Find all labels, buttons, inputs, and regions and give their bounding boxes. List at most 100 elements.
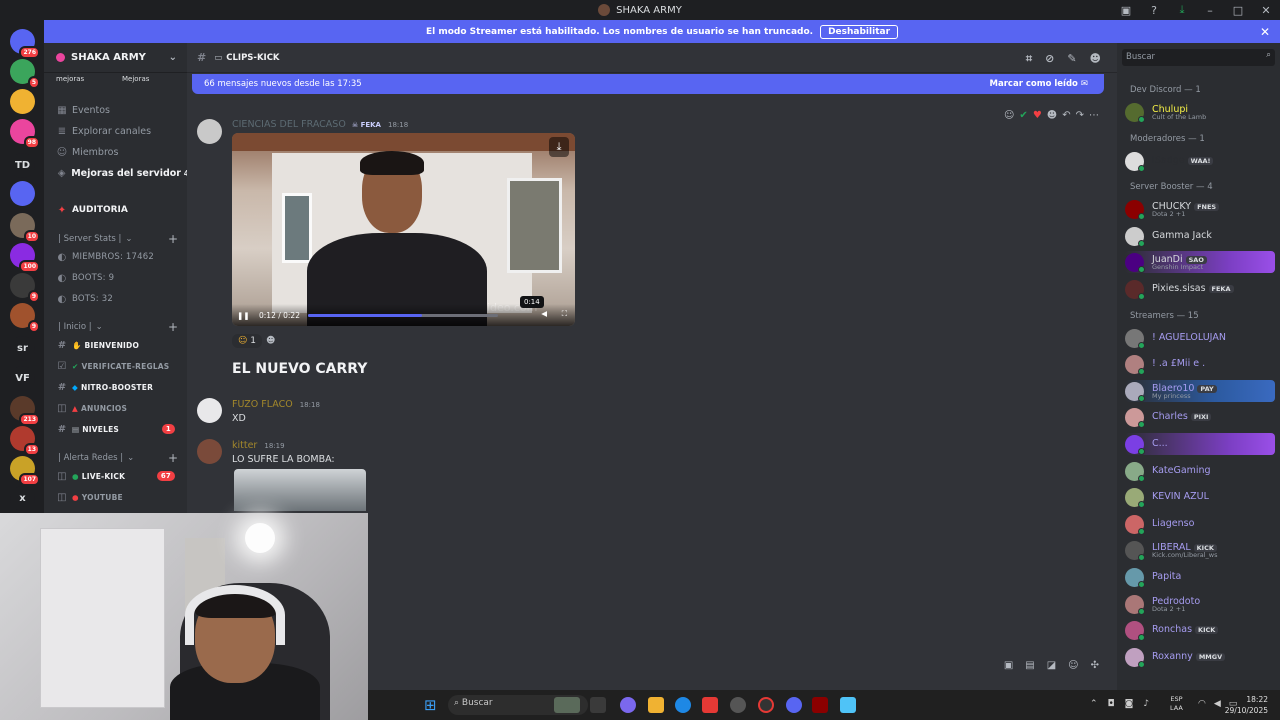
disable-streamer-button[interactable]: Deshabilitar (820, 24, 899, 39)
member-item[interactable]: Pedrodoto Dota 2 +1 (1125, 593, 1275, 615)
settings-icon[interactable] (730, 697, 746, 713)
sidebar-item-boosts[interactable]: ◈Mejoras del servidor4 (56, 165, 189, 181)
server-icon[interactable]: 13 (10, 426, 40, 456)
widget-icon[interactable] (554, 697, 580, 713)
inbox-icon[interactable]: ▣ (1112, 4, 1140, 17)
streaming-app-icon[interactable] (812, 697, 828, 713)
member-item[interactable]: ISadge WAA! (1125, 150, 1275, 172)
member-item[interactable]: Chulupi Cult of the Lamb (1125, 101, 1275, 123)
voice-channel-boots[interactable]: ◐ BOOTS: 9 (56, 270, 181, 286)
sidebar-item-members[interactable]: ☺ Miembros (56, 144, 181, 160)
server-icon[interactable]: 107 (10, 456, 40, 486)
server-icon[interactable]: 10 (10, 213, 40, 243)
pause-icon[interactable]: ❚❚ (237, 311, 251, 320)
add-reaction-icon[interactable]: ☻ (266, 336, 275, 346)
add-channel-icon[interactable]: + (168, 320, 178, 334)
sidebar-item-browse[interactable]: ≣ Explorar canales (56, 123, 181, 139)
sidebar-item-events[interactable]: ▦ Eventos (56, 102, 181, 118)
category-server-stats[interactable]: | Server Stats | ⌄ + (58, 232, 178, 246)
video-thumbnail[interactable] (234, 469, 366, 511)
member-item[interactable]: ! AGUELOLUJAN (1125, 327, 1275, 349)
channel-live-kick[interactable]: ◫ ● LIVE-KICK 67 (56, 468, 181, 484)
member-item[interactable]: JuanDi SAO Genshin Impact (1125, 251, 1275, 274)
member-item[interactable]: Pixies.sisas FEKA (1125, 278, 1275, 300)
emoji-icon[interactable]: ☺ (1068, 660, 1078, 671)
mute-icon[interactable]: ⊘ (1045, 52, 1054, 66)
reply-icon[interactable]: ↶ (1062, 110, 1070, 121)
threads-icon[interactable]: ⌗ (1026, 52, 1032, 66)
network-icon[interactable]: ◘ (1108, 699, 1115, 709)
server-icon[interactable]: TD (10, 153, 35, 178)
member-item[interactable]: Roxanny MMGV (1125, 646, 1275, 668)
discord-icon[interactable] (786, 697, 802, 713)
app-icon[interactable] (702, 697, 718, 713)
category-alerta-redes[interactable]: | Alerta Redes | ⌄ + (58, 451, 178, 465)
pin-icon[interactable]: ✎ (1067, 52, 1076, 66)
windows-start-icon[interactable]: ⊞ (424, 696, 437, 714)
server-icon[interactable] (10, 89, 35, 114)
download-icon[interactable]: ⤓ (549, 137, 569, 157)
folder-icon[interactable] (648, 697, 664, 713)
copilot-icon[interactable] (620, 697, 636, 713)
obs-icon[interactable] (758, 697, 774, 713)
check-icon[interactable]: ✔ (1019, 110, 1027, 121)
download-icon[interactable]: ⤓ (1168, 3, 1196, 17)
mark-read-button[interactable]: Marcar como leído ✉ (990, 79, 1088, 89)
server-icon[interactable]: 276 (10, 29, 40, 59)
member-item[interactable]: Charles PIXI (1125, 406, 1275, 429)
emoji-laugh-icon[interactable]: ☺ (1004, 110, 1014, 121)
help-icon[interactable]: ? (1140, 4, 1168, 17)
volume-icon[interactable]: ◀ (1214, 699, 1221, 709)
server-icon[interactable]: VF (10, 366, 35, 391)
server-icon[interactable]: 213 (10, 396, 40, 426)
server-icon[interactable]: 9 (10, 303, 40, 333)
search-input[interactable]: Buscar ⌕ (1122, 49, 1275, 66)
video-seek-bar[interactable]: 0:14 (308, 296, 544, 317)
task-view-icon[interactable] (590, 697, 606, 713)
channel-auditoria[interactable]: ✦ AUDITORIA (56, 202, 181, 218)
apps-icon[interactable]: ✣ (1091, 660, 1099, 671)
channel-bienvenido[interactable]: # ✋ BIENVENIDO (56, 337, 181, 353)
member-item[interactable]: Liagenso (1125, 513, 1275, 535)
member-item[interactable]: CHUCKY FNES Dota 2 +1 (1125, 198, 1275, 221)
server-header[interactable]: SHAKA ARMY ⌄ (44, 43, 187, 73)
close-window-button[interactable]: ✕ (1252, 4, 1280, 17)
chevron-up-icon[interactable]: ⌃ (1090, 699, 1098, 709)
channel-verificate[interactable]: ☑ ✔ VERIFICATE-REGLAS (56, 358, 181, 374)
app-tray-icon[interactable]: ◙ (1125, 699, 1134, 709)
edge-icon[interactable] (675, 697, 691, 713)
author-name[interactable]: CIENCIAS DEL FRACASO (232, 119, 346, 130)
clock[interactable]: 18:22 29/10/2025 (1225, 694, 1268, 716)
members-icon[interactable]: ☻ (1090, 52, 1101, 66)
author-name[interactable]: FUZO FLACO (232, 399, 293, 410)
member-item[interactable]: KEVIN AZUL (1125, 486, 1275, 509)
channel-youtube[interactable]: ◫ ● YOUTUBE (56, 489, 181, 505)
gif-icon[interactable]: ▤ (1025, 660, 1034, 671)
channel-niveles[interactable]: # ▤ NIVELES 1 (56, 421, 181, 437)
language-indicator[interactable]: ESP LAA (1170, 695, 1183, 713)
author-name[interactable]: kitter (232, 440, 257, 451)
add-reaction-icon[interactable]: ☻ (1047, 110, 1057, 121)
member-item[interactable]: LIBERAL KICK Kick.com/Liberal_ws (1125, 539, 1275, 562)
server-icon[interactable]: sr (10, 336, 35, 361)
heart-icon[interactable]: ♥ (1033, 110, 1042, 121)
forward-icon[interactable]: ↷ (1076, 110, 1084, 121)
add-channel-icon[interactable]: + (168, 232, 178, 246)
server-icon[interactable]: 5 (10, 59, 40, 89)
notepad-icon[interactable] (840, 697, 856, 713)
category-inicio[interactable]: | Inicio | ⌄ + (58, 320, 178, 334)
member-item[interactable]: ! .a £Mii e . (1125, 353, 1275, 376)
avatar[interactable] (197, 439, 222, 464)
minimize-button[interactable]: – (1196, 4, 1224, 17)
voice-channel-bots[interactable]: ◐ BOTS: 32 (56, 291, 181, 307)
new-messages-bar[interactable]: 66 mensajes nuevos desde las 17:35 Marca… (192, 74, 1104, 94)
video-player[interactable]: ⤓ ideo.com ❚❚ 0:12 / 0:22 0:14 ◀ ⛶ (232, 133, 575, 326)
voice-channel-members[interactable]: ◐ MIEMBROS: 17462 (56, 249, 181, 265)
more-icon[interactable]: ⋯ (1089, 110, 1099, 121)
server-icon[interactable]: 98 (10, 119, 40, 149)
sticker-icon[interactable]: ◪ (1047, 660, 1056, 671)
server-icon[interactable]: x (10, 486, 35, 511)
reaction-laugh[interactable]: ☺ 1 (232, 334, 262, 348)
avatar[interactable] (197, 119, 222, 144)
close-icon[interactable]: ✕ (1260, 25, 1270, 39)
